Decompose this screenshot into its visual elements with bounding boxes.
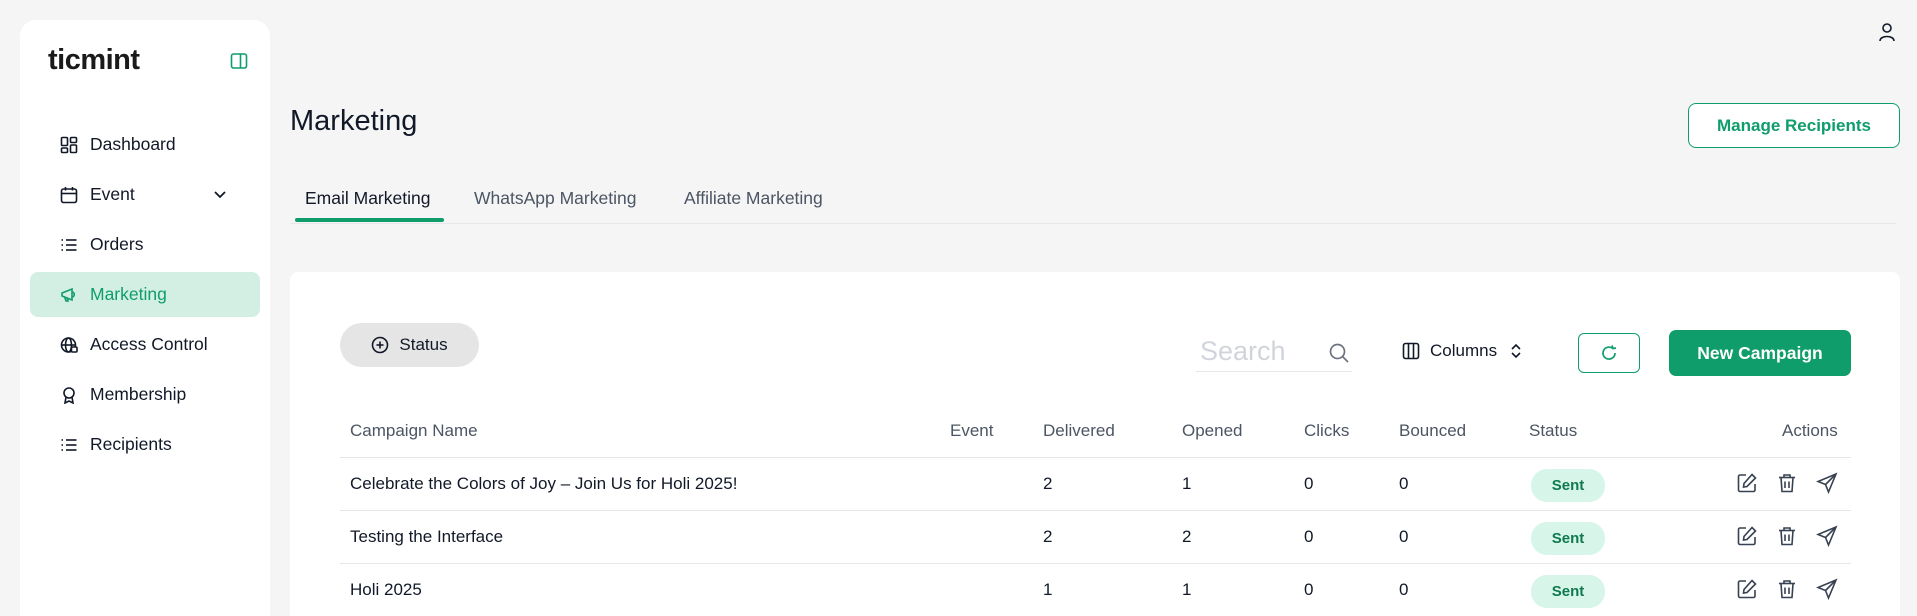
sidebar-item-label: Event <box>90 184 135 204</box>
table-row[interactable]: Holi 2025 1 1 0 0 Sent <box>340 564 1851 616</box>
bounced-count: 0 <box>1399 527 1409 546</box>
campaign-name: Testing the Interface <box>350 527 504 546</box>
active-tab-indicator <box>295 218 444 222</box>
sidebar-nav: Dashboard Event Orders Marketing Access … <box>30 122 260 472</box>
sidebar-item-dashboard[interactable]: Dashboard <box>30 122 260 167</box>
search-icon[interactable] <box>1328 342 1350 364</box>
edit-icon[interactable] <box>1736 578 1758 600</box>
header-clicks[interactable]: Clicks <box>1304 421 1349 441</box>
sidebar-item-label: Recipients <box>90 434 172 454</box>
send-icon[interactable] <box>1816 578 1838 600</box>
header-opened[interactable]: Opened <box>1182 421 1243 441</box>
user-icon[interactable] <box>1878 22 1896 42</box>
tab-whatsapp-marketing[interactable]: WhatsApp Marketing <box>474 188 636 224</box>
header-bounced[interactable]: Bounced <box>1399 421 1466 441</box>
trash-icon[interactable] <box>1776 472 1798 494</box>
columns-toggle-button[interactable]: Columns <box>1402 336 1523 366</box>
app-logo[interactable]: ticmint <box>48 44 140 77</box>
list-icon <box>61 438 77 451</box>
plus-circle-icon <box>372 336 389 354</box>
tab-affiliate-marketing[interactable]: Affiliate Marketing <box>684 188 823 224</box>
search-input[interactable] <box>1196 332 1316 370</box>
sidebar-toggle-icon[interactable] <box>230 52 248 70</box>
header-event[interactable]: Event <box>950 421 993 441</box>
sidebar: ticmint Dashboard Event Orders Marketing… <box>20 20 270 616</box>
megaphone-icon <box>61 287 76 302</box>
sidebar-item-label: Access Control <box>90 334 208 354</box>
new-campaign-button[interactable]: New Campaign <box>1669 330 1851 376</box>
calendar-icon <box>60 186 78 203</box>
sidebar-item-label: Dashboard <box>90 134 176 154</box>
status-badge: Sent <box>1531 469 1605 502</box>
status-badge: Sent <box>1531 575 1605 608</box>
refresh-button[interactable] <box>1578 333 1640 373</box>
status-filter-label: Status <box>399 335 448 354</box>
sidebar-item-label: Orders <box>90 234 144 254</box>
sidebar-item-marketing[interactable]: Marketing <box>30 272 260 317</box>
status-badge: Sent <box>1531 522 1605 555</box>
award-icon <box>63 386 75 404</box>
bounced-count: 0 <box>1399 474 1409 493</box>
delivered-count: 2 <box>1043 527 1053 546</box>
chevron-up-down-icon <box>1511 343 1521 359</box>
page-title: Marketing <box>290 105 418 137</box>
table-header: Campaign Name Event Delivered Opened Cli… <box>340 405 1851 458</box>
table-row[interactable]: Testing the Interface 2 2 0 0 Sent <box>340 511 1851 564</box>
send-icon[interactable] <box>1816 525 1838 547</box>
columns-icon <box>1402 342 1420 360</box>
send-icon[interactable] <box>1816 472 1838 494</box>
campaigns-card: Status Columns New Campaign Campaign Nam… <box>290 272 1900 616</box>
sidebar-item-label: Marketing <box>90 284 167 304</box>
opened-count: 1 <box>1182 474 1192 493</box>
refresh-icon <box>1602 345 1617 360</box>
campaign-name: Celebrate the Colors of Joy – Join Us fo… <box>350 474 738 493</box>
header-delivered[interactable]: Delivered <box>1043 421 1115 441</box>
edit-icon[interactable] <box>1736 472 1758 494</box>
header-status[interactable]: Status <box>1529 421 1577 441</box>
clicks-count: 0 <box>1304 580 1314 599</box>
trash-icon[interactable] <box>1776 578 1798 600</box>
header-actions: Actions <box>1782 421 1838 440</box>
table-row[interactable]: Celebrate the Colors of Joy – Join Us fo… <box>340 458 1851 511</box>
chevron-down-icon[interactable] <box>212 186 228 202</box>
clicks-count: 0 <box>1304 474 1314 493</box>
sidebar-item-membership[interactable]: Membership <box>30 372 260 417</box>
delivered-count: 1 <box>1043 580 1053 599</box>
opened-count: 2 <box>1182 527 1192 546</box>
edit-icon[interactable] <box>1736 525 1758 547</box>
search-box <box>1196 332 1352 372</box>
header-campaign-name[interactable]: Campaign Name <box>350 421 478 441</box>
trash-icon[interactable] <box>1776 525 1798 547</box>
opened-count: 1 <box>1182 580 1192 599</box>
dashboard-icon <box>60 136 78 153</box>
list-icon <box>61 238 77 251</box>
globe-lock-icon <box>60 336 78 353</box>
columns-label: Columns <box>1430 341 1498 360</box>
clicks-count: 0 <box>1304 527 1314 546</box>
sidebar-item-orders[interactable]: Orders <box>30 222 260 267</box>
sidebar-item-recipients[interactable]: Recipients <box>30 422 260 467</box>
sidebar-item-access-control[interactable]: Access Control <box>30 322 260 367</box>
sidebar-item-event[interactable]: Event <box>30 172 260 217</box>
delivered-count: 2 <box>1043 474 1053 493</box>
sidebar-item-label: Membership <box>90 384 187 404</box>
campaign-name: Holi 2025 <box>350 580 422 599</box>
marketing-tabs: Email Marketing WhatsApp Marketing Affil… <box>290 178 1896 224</box>
bounced-count: 0 <box>1399 580 1409 599</box>
manage-recipients-button[interactable]: Manage Recipients <box>1688 103 1900 148</box>
campaigns-table: Campaign Name Event Delivered Opened Cli… <box>340 405 1851 616</box>
status-filter-button[interactable]: Status <box>340 323 479 367</box>
